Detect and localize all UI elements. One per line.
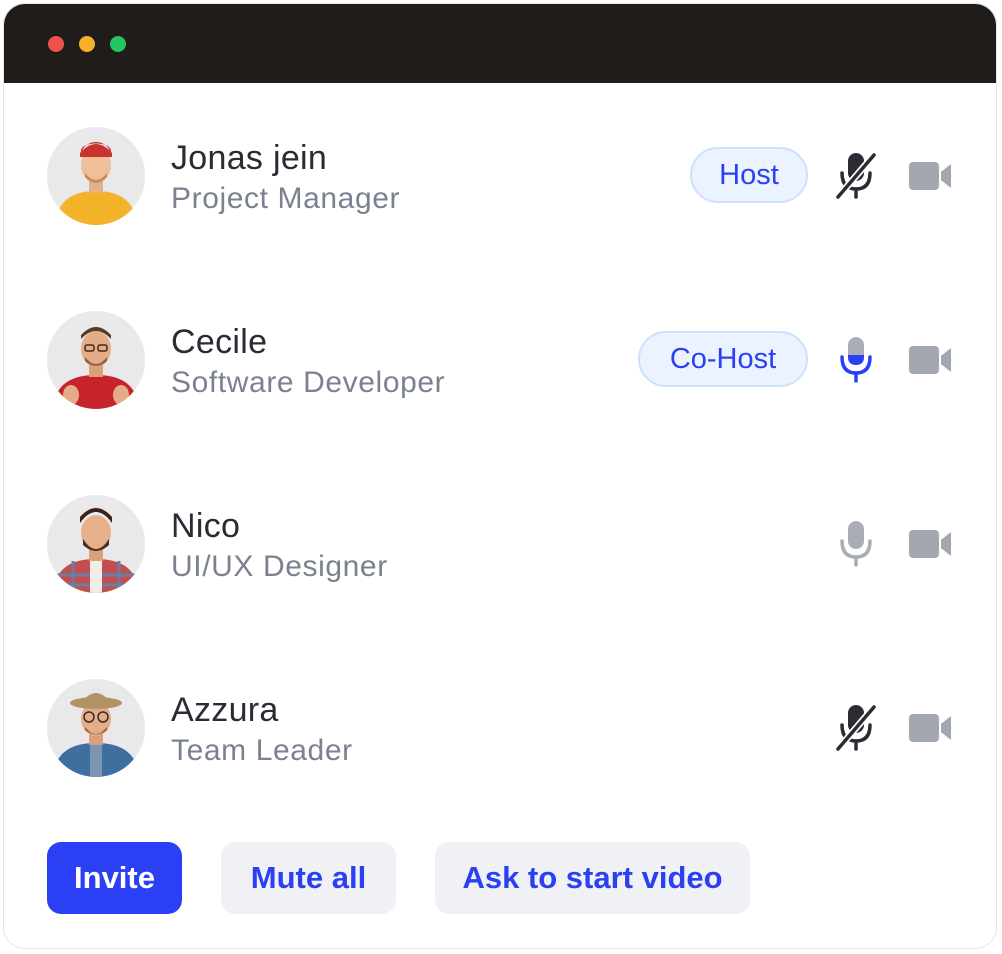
video-camera-icon[interactable]: [907, 526, 953, 562]
mute-all-button[interactable]: Mute all: [221, 842, 396, 914]
avatar: [47, 311, 145, 409]
mic-icon[interactable]: [834, 519, 878, 569]
participants-window: Jonas jein Project Manager Host Cecile S…: [3, 3, 997, 949]
invite-button[interactable]: Invite: [47, 842, 182, 914]
avatar: [47, 127, 145, 225]
close-window-button[interactable]: [48, 36, 64, 52]
participant-role: Project Manager: [171, 182, 401, 215]
mic-off-icon[interactable]: [834, 151, 878, 201]
video-camera-icon[interactable]: [907, 158, 953, 194]
participant-row: Cecile Software Developer Co-Host: [4, 311, 996, 411]
title-bar: [4, 4, 996, 83]
participant-name: Nico: [171, 507, 241, 545]
participant-role: UI/UX Designer: [171, 550, 388, 583]
maximize-window-button[interactable]: [110, 36, 126, 52]
host-badge: Host: [690, 147, 808, 203]
participant-row: Azzura Team Leader: [4, 679, 996, 779]
avatar: [47, 679, 145, 777]
participant-row: Jonas jein Project Manager Host: [4, 127, 996, 227]
minimize-window-button[interactable]: [79, 36, 95, 52]
ask-start-video-button[interactable]: Ask to start video: [435, 842, 750, 914]
participant-role: Team Leader: [171, 734, 353, 767]
participant-name: Jonas jein: [171, 139, 328, 177]
video-camera-icon[interactable]: [907, 710, 953, 746]
mic-off-icon[interactable]: [834, 703, 878, 753]
participant-name: Azzura: [171, 691, 279, 729]
co-host-badge: Co-Host: [638, 331, 808, 387]
participant-name: Cecile: [171, 323, 268, 361]
mic-icon[interactable]: [834, 335, 878, 385]
video-camera-icon[interactable]: [907, 342, 953, 378]
participant-role: Software Developer: [171, 366, 446, 399]
participant-row: Nico UI/UX Designer: [4, 495, 996, 595]
avatar: [47, 495, 145, 593]
